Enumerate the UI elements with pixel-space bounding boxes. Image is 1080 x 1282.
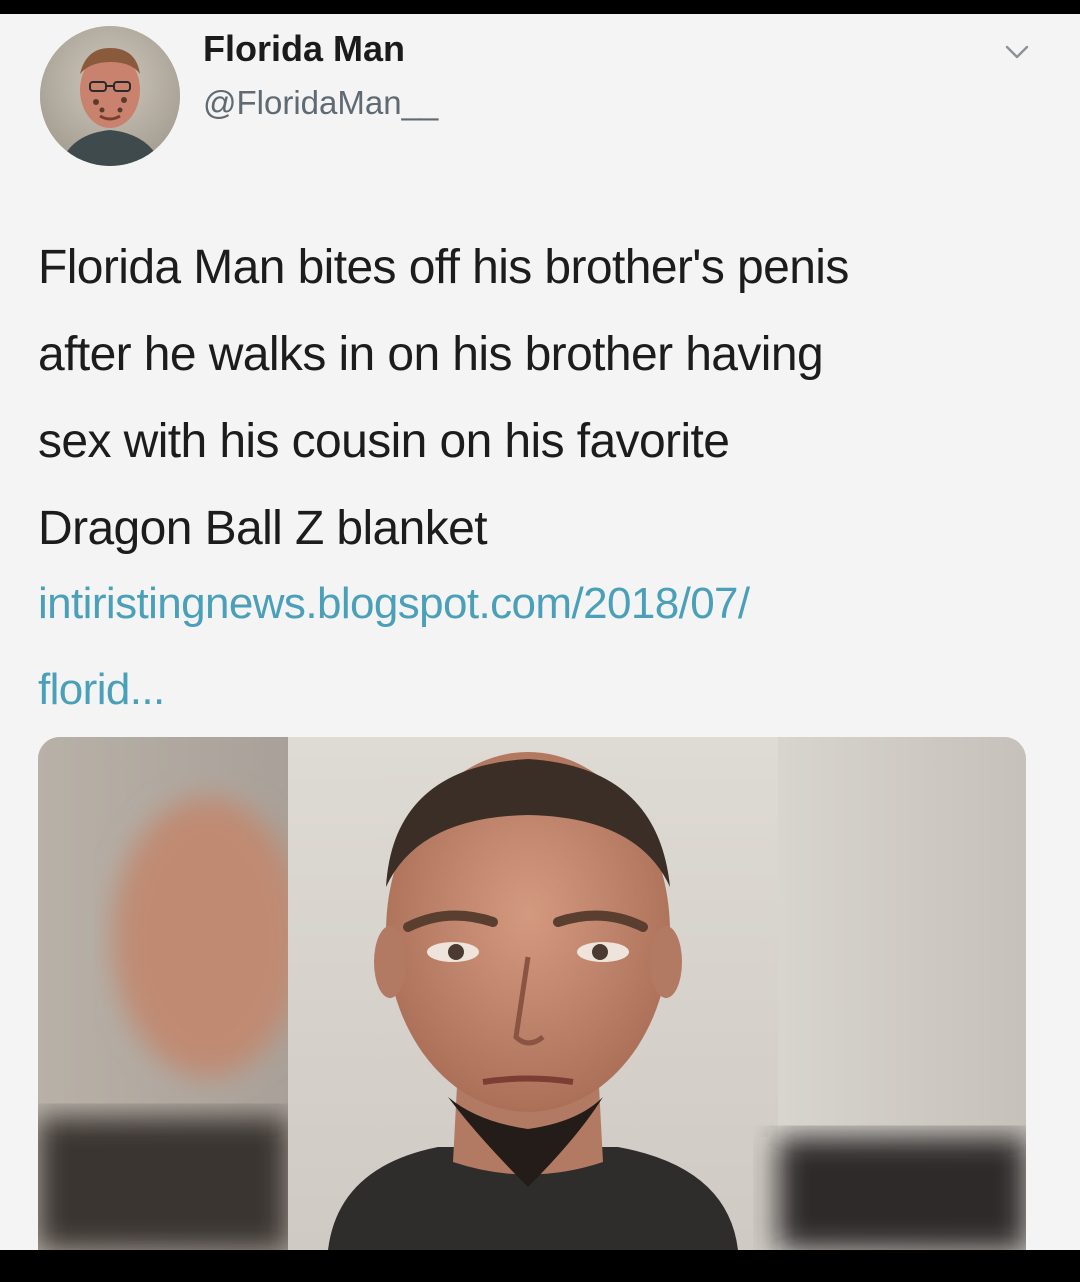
- tweet-media-image[interactable]: [38, 737, 1026, 1250]
- tweet-link-line[interactable]: florid...: [38, 647, 1048, 733]
- tweet-text-line: sex with his cousin on his favorite: [38, 415, 730, 468]
- mugshot-image: [38, 737, 1026, 1250]
- tweet-card[interactable]: Florida Man @FloridaMan__ Florida Man bi…: [0, 14, 1080, 1250]
- user-handle[interactable]: @FloridaMan__: [203, 84, 438, 122]
- screenshot-frame: Florida Man @FloridaMan__ Florida Man bi…: [0, 0, 1080, 1282]
- tweet-link[interactable]: intiristingnews.blogspot.com/2018/07/ fl…: [38, 561, 1048, 733]
- avatar-image: [40, 26, 180, 166]
- tweet-link-line[interactable]: intiristingnews.blogspot.com/2018/07/: [38, 561, 1048, 647]
- tweet-text-line: Florida Man bites off his brother's peni…: [38, 241, 849, 294]
- tweet-text-line: after he walks in on his brother having: [38, 328, 824, 381]
- display-name[interactable]: Florida Man: [203, 28, 405, 70]
- tweet-text-line: Dragon Ball Z blanket: [38, 502, 488, 555]
- tweet-text: Florida Man bites off his brother's peni…: [38, 224, 1048, 572]
- chevron-down-icon[interactable]: [1002, 40, 1032, 64]
- avatar[interactable]: [40, 26, 180, 166]
